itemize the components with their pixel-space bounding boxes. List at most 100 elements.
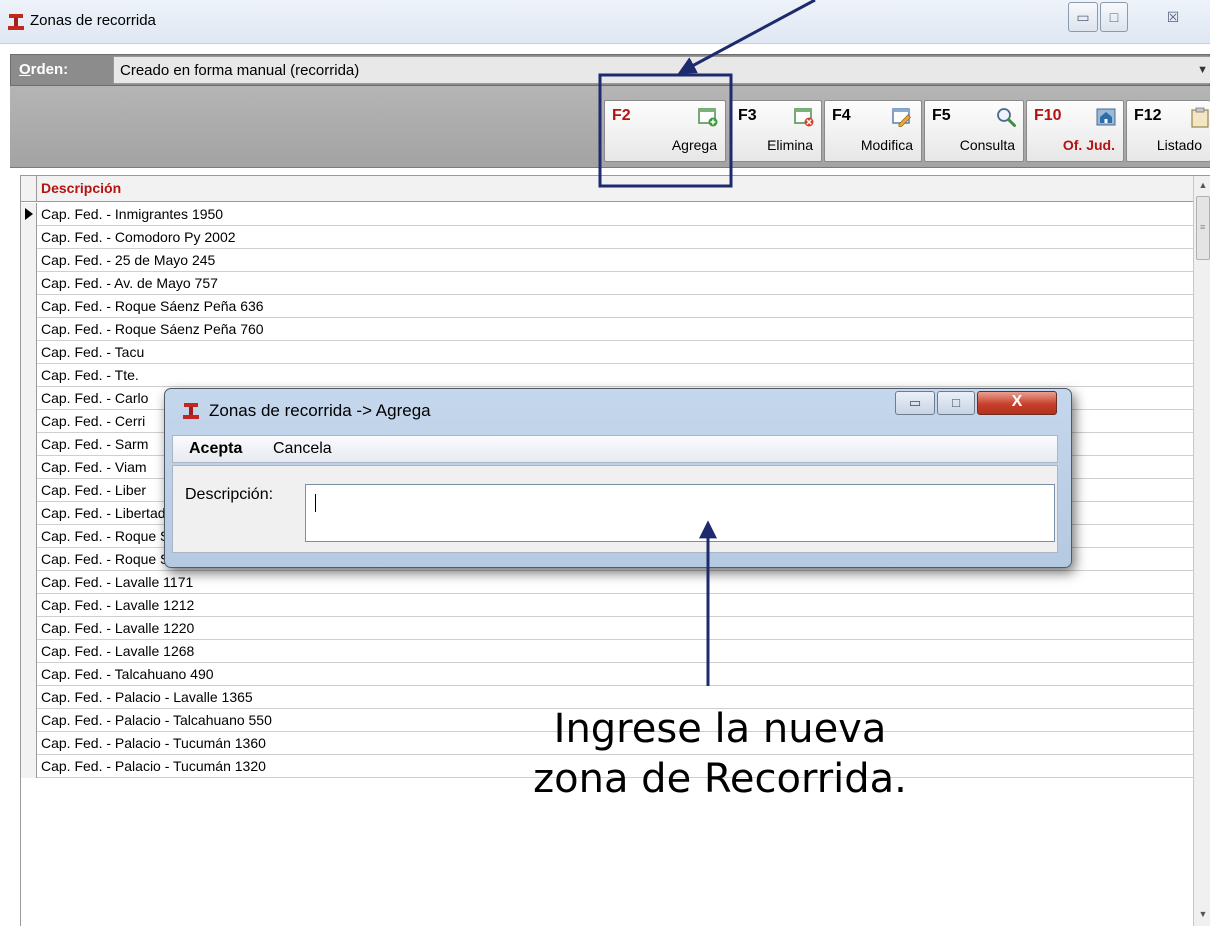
- row-indicator: [21, 502, 37, 525]
- add-doc-icon: [698, 108, 718, 127]
- table-row[interactable]: Cap. Fed. - Talcahuano 490: [21, 663, 1193, 686]
- listing-button[interactable]: F12 Listado: [1126, 100, 1210, 162]
- judicial-office-button[interactable]: F10 Of. Jud.: [1026, 100, 1124, 162]
- order-bar: Orden: Creado en forma manual (recorrida…: [10, 54, 1210, 86]
- row-description: Cap. Fed. - Lavalle 1268: [41, 643, 195, 659]
- accept-menu-item[interactable]: Acepta: [189, 440, 242, 458]
- grip-icon: ≡: [1200, 222, 1206, 232]
- dialog-title: Zonas de recorrida -> Agrega: [209, 401, 431, 420]
- vertical-scrollbar[interactable]: ▲ ≡ ▼: [1193, 176, 1210, 926]
- close-button[interactable]: ☒: [1136, 2, 1210, 32]
- row-description: Cap. Fed. - Viam: [41, 459, 147, 475]
- order-select[interactable]: Creado en forma manual (recorrida) ▼: [113, 56, 1210, 84]
- dialog-minimize-button[interactable]: ▭: [895, 391, 935, 415]
- row-indicator: [21, 249, 37, 272]
- row-description: Cap. Fed. - Palacio - Tucumán 1360: [41, 735, 266, 751]
- table-row[interactable]: Cap. Fed. - Lavalle 1268: [21, 640, 1193, 663]
- text-caret: [315, 494, 316, 512]
- delete-button[interactable]: F3 Elimina: [730, 100, 822, 162]
- row-description: Cap. Fed. - Palacio - Talcahuano 550: [41, 712, 272, 728]
- maximize-button[interactable]: □: [1100, 2, 1128, 32]
- modify-button-label: Modifica: [860, 137, 913, 153]
- row-description: Cap. Fed. - Inmigrantes 1950: [41, 206, 224, 222]
- minimize-icon: ▭: [908, 395, 922, 410]
- dialog-menubar: Acepta Cancela: [172, 435, 1058, 463]
- grid-header: Descripción: [21, 176, 1193, 202]
- row-description: Cap. Fed. - Tte.: [41, 367, 139, 383]
- table-row[interactable]: Cap. Fed. - Tte.: [21, 364, 1193, 387]
- chevron-down-icon: ▼: [1197, 64, 1208, 76]
- row-indicator: [21, 732, 37, 755]
- row-description: Cap. Fed. - Lavalle 1212: [41, 597, 195, 613]
- row-description: Cap. Fed. - Cerri: [41, 413, 146, 429]
- table-row[interactable]: Cap. Fed. - Lavalle 1171: [21, 571, 1193, 594]
- delete-button-label: Elimina: [767, 137, 813, 153]
- judicial-office-button-key: F10: [1034, 107, 1062, 124]
- table-row[interactable]: Cap. Fed. - Roque Sáenz Peña 760: [21, 318, 1193, 341]
- row-indicator: [21, 525, 37, 548]
- row-indicator: [21, 755, 37, 778]
- modify-button[interactable]: F4 Modifica: [824, 100, 922, 162]
- row-description: Cap. Fed. - Carlo: [41, 390, 149, 406]
- description-label: Descripción:: [185, 486, 274, 503]
- order-label-text: rden:: [30, 61, 69, 78]
- table-row[interactable]: Cap. Fed. - Inmigrantes 1950: [21, 203, 1193, 226]
- table-row[interactable]: Cap. Fed. - Lavalle 1220: [21, 617, 1193, 640]
- row-description: Cap. Fed. - 25 de Mayo 245: [41, 252, 216, 268]
- row-description: Cap. Fed. - Sarm: [41, 436, 149, 452]
- close-icon: ☒: [1166, 9, 1180, 25]
- table-row[interactable]: Cap. Fed. - Roque Sáenz Peña 636: [21, 295, 1193, 318]
- table-row[interactable]: Cap. Fed. - Tacu: [21, 341, 1193, 364]
- title-bar: Zonas de recorrida ▭ □ ☒: [0, 0, 1210, 44]
- annotation-line-2: zona de Recorrida.: [533, 756, 907, 802]
- row-description: Cap. Fed. - Lavalle 1220: [41, 620, 195, 636]
- magnifier-icon: [997, 108, 1016, 127]
- scroll-thumb[interactable]: ≡: [1196, 196, 1210, 260]
- scroll-up-arrow-icon[interactable]: ▲: [1194, 176, 1210, 194]
- row-description: Cap. Fed. - Roque Sáenz Peña 636: [41, 298, 264, 314]
- dialog-maximize-button[interactable]: □: [937, 391, 975, 415]
- row-indicator: [21, 571, 37, 594]
- row-indicator: [21, 548, 37, 571]
- order-label: Orden:: [19, 61, 68, 78]
- dialog-body: Descripción:: [172, 465, 1058, 553]
- row-indicator-header: [21, 176, 37, 202]
- add-button[interactable]: F2 Agrega: [604, 100, 726, 162]
- delete-doc-icon: [794, 108, 814, 127]
- add-zone-dialog: Zonas de recorrida -> Agrega ▭ □ X Acept…: [164, 388, 1072, 568]
- table-row[interactable]: Cap. Fed. - Comodoro Py 2002: [21, 226, 1193, 249]
- dialog-close-button[interactable]: X: [977, 391, 1057, 415]
- query-button-key: F5: [932, 107, 951, 124]
- table-row[interactable]: Cap. Fed. - 25 de Mayo 245: [21, 249, 1193, 272]
- table-row[interactable]: Cap. Fed. - Lavalle 1212: [21, 594, 1193, 617]
- row-indicator: [21, 387, 37, 410]
- row-description: Cap. Fed. - Roque Sáenz Peña 760: [41, 321, 264, 337]
- query-button[interactable]: F5 Consulta: [924, 100, 1024, 162]
- current-row-indicator-icon: [21, 203, 37, 226]
- row-description: Cap. Fed. - Talcahuano 490: [41, 666, 214, 682]
- row-indicator: [21, 341, 37, 364]
- dialog-app-icon: [183, 403, 199, 419]
- judicial-office-button-label: Of. Jud.: [1062, 137, 1115, 153]
- maximize-icon: □: [1109, 9, 1119, 25]
- close-icon: X: [1011, 393, 1023, 410]
- row-indicator: [21, 318, 37, 341]
- order-select-value: Creado en forma manual (recorrida): [120, 62, 360, 79]
- table-row[interactable]: Cap. Fed. - Av. de Mayo 757: [21, 272, 1193, 295]
- minimize-button[interactable]: ▭: [1068, 2, 1098, 32]
- description-input[interactable]: [305, 484, 1055, 542]
- row-indicator: [21, 433, 37, 456]
- row-description: Cap. Fed. - Tacu: [41, 344, 145, 360]
- scroll-down-arrow-icon[interactable]: ▼: [1194, 905, 1210, 923]
- row-indicator: [21, 272, 37, 295]
- toolbar: F2 Agrega F3 Elimina F4 Modifica F5 Cons…: [10, 86, 1210, 168]
- cancel-menu-item[interactable]: Cancela: [273, 440, 332, 458]
- row-description: Cap. Fed. - Palacio - Tucumán 1320: [41, 758, 266, 774]
- row-indicator: [21, 640, 37, 663]
- column-header-description[interactable]: Descripción: [41, 180, 121, 196]
- row-indicator: [21, 617, 37, 640]
- minimize-icon: ▭: [1076, 9, 1090, 25]
- row-indicator: [21, 364, 37, 387]
- row-indicator: [21, 410, 37, 433]
- row-indicator: [21, 456, 37, 479]
